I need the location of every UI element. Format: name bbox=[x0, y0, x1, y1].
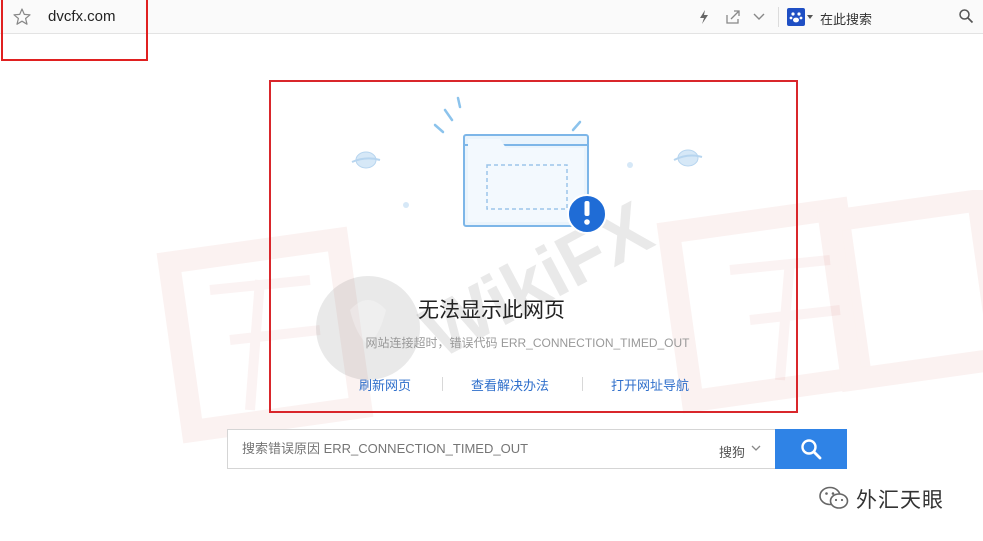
engine-dropdown-caret-icon[interactable] bbox=[807, 15, 813, 19]
chevron-down-icon[interactable] bbox=[752, 11, 766, 23]
toolbar-divider bbox=[778, 7, 779, 27]
paw-icon bbox=[789, 12, 803, 23]
wechat-account-logo: 外汇天眼 bbox=[818, 483, 978, 515]
annotation-box-error bbox=[269, 80, 798, 413]
search-engine-select[interactable]: 搜狗 bbox=[719, 442, 745, 461]
wechat-icon bbox=[819, 486, 849, 509]
annotation-box-url bbox=[1, 0, 148, 61]
logo-text: 外汇天眼 bbox=[856, 489, 944, 512]
error-search-box: 搜狗 bbox=[227, 429, 776, 469]
chevron-down-icon[interactable] bbox=[750, 443, 762, 453]
lightning-icon[interactable] bbox=[697, 9, 711, 25]
share-icon[interactable] bbox=[725, 9, 741, 25]
search-button[interactable] bbox=[775, 429, 847, 469]
toolbar-search-input[interactable]: 在此搜索 bbox=[820, 9, 872, 28]
search-icon[interactable] bbox=[958, 8, 974, 24]
search-icon bbox=[801, 439, 822, 460]
error-search-input[interactable] bbox=[242, 441, 692, 456]
search-engine-icon[interactable] bbox=[787, 8, 805, 26]
